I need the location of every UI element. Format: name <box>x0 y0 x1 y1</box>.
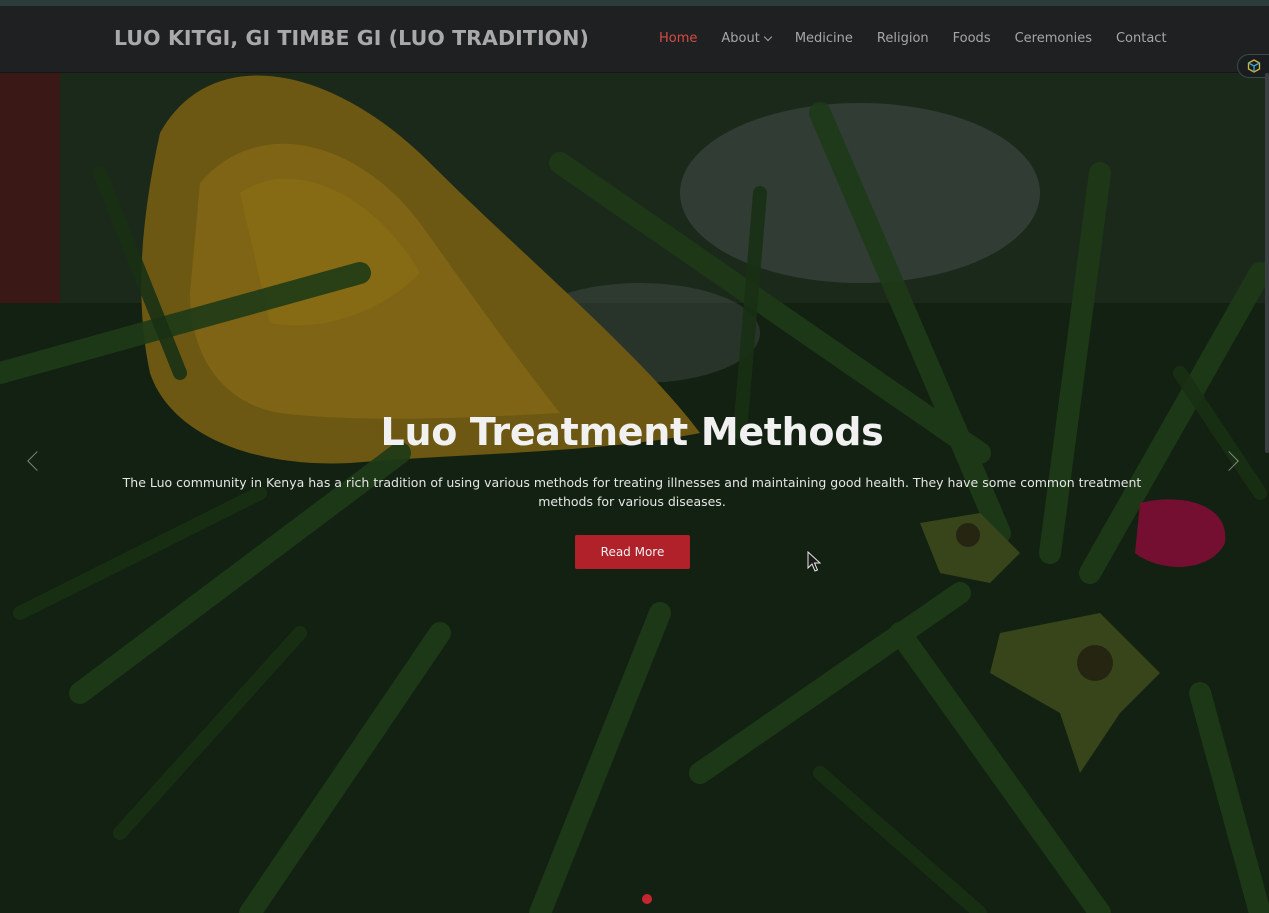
nav-home[interactable]: Home <box>659 31 697 46</box>
nav-home-label: Home <box>659 31 698 46</box>
hero-carousel: Luo Treatment Methods The Luo community … <box>0 73 1269 913</box>
nav-about-label: About <box>721 31 760 46</box>
hero-title: Luo Treatment Methods <box>380 410 884 454</box>
nav-contact-label: Contact <box>1115 31 1167 46</box>
read-more-button[interactable]: Read More <box>575 535 690 569</box>
page-scrollbar[interactable] <box>1265 73 1269 453</box>
nav-religion-label: Religion <box>876 31 929 46</box>
nav-religion[interactable]: Religion <box>877 31 929 46</box>
nav-contact[interactable]: Contact <box>1116 31 1167 46</box>
mouse-cursor-icon <box>807 551 821 572</box>
chevron-down-icon <box>763 32 773 41</box>
nav-medicine[interactable]: Medicine <box>795 31 853 46</box>
nav-foods-label: Foods <box>952 31 991 46</box>
site-brand[interactable]: LUO KITGI, GI TIMBE GI (LUO TRADITION) <box>114 26 589 50</box>
nav-foods[interactable]: Foods <box>953 31 991 46</box>
carousel-indicator-active[interactable] <box>642 894 652 904</box>
nav-medicine-label: Medicine <box>794 31 853 46</box>
hero-description: The Luo community in Kenya has a rich tr… <box>122 475 1142 509</box>
nav-ceremonies[interactable]: Ceremonies <box>1015 31 1092 46</box>
main-nav: Home About Medicine Religion Foods Cerem… <box>659 31 1167 46</box>
site-header: LUO KITGI, GI TIMBE GI (LUO TRADITION) H… <box>0 6 1269 73</box>
nav-ceremonies-label: Ceremonies <box>1014 31 1092 46</box>
extension-icon-glyph <box>1247 59 1260 73</box>
nav-about[interactable]: About <box>721 31 773 46</box>
